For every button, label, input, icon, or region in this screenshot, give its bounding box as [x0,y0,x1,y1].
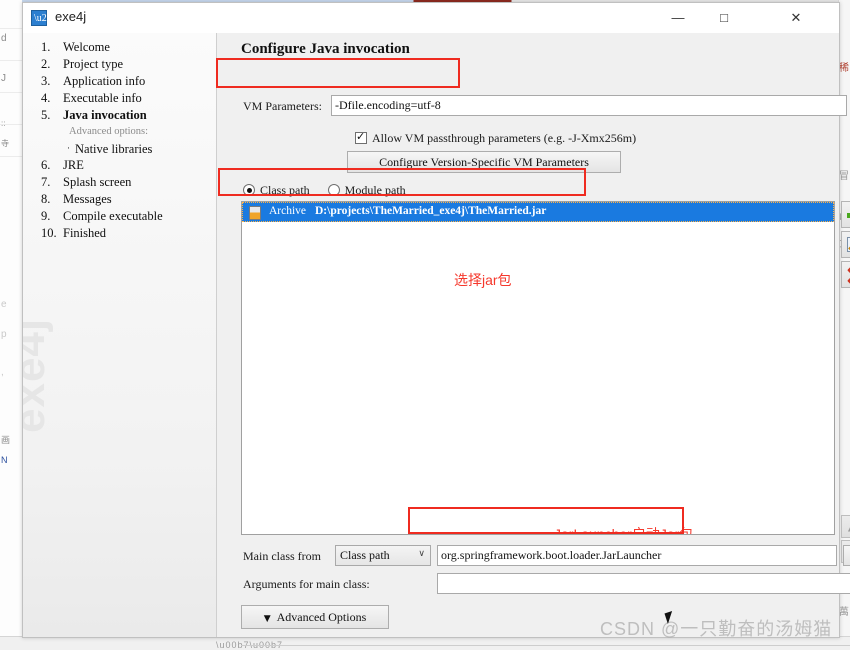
wizard-steps-sidebar: exe4j 1. Welcome 2. Project type 3. Appl… [23,33,217,637]
step-label: Compile executable [63,209,163,223]
arguments-label: Arguments for main class: [243,577,370,591]
background-left-edge: d J :: 寺 e p , 画 N [0,0,23,650]
step-number: 9. [41,209,51,223]
entry-kind: Archive [269,205,307,217]
minimize-button[interactable]: — [655,3,701,33]
wizard-steps-list: 1. Welcome 2. Project type 3. Applicatio… [23,39,216,242]
class-path-label: Class path [260,183,310,197]
step-label: Native libraries [75,142,153,156]
bullet-icon: · [67,143,70,153]
chevron-down-icon: ▼ [263,614,271,624]
sidebar-item-executable-info[interactable]: 4. Executable info [23,90,216,107]
path-mode-radio-group: Class path Module path [243,181,406,199]
exe4j-wizard-window: \u27a4 exe4j — □ ✕ exe4j 1. Welcome 2. P… [22,2,850,646]
csdn-watermark: CSDN @一只勤奋的汤姆猫 [600,619,833,639]
jar-icon [249,206,261,220]
step-number: 7. [41,175,51,189]
browse-main-class-button[interactable]: ... [843,545,850,566]
step-label: Project type [63,57,124,71]
main-class-source-value: Class path [340,548,390,562]
step-label: Finished [63,226,107,240]
list-item[interactable]: Archive D:\projects\TheMarried_exe4j\The… [242,202,834,222]
step-label: Welcome [63,40,110,54]
vm-parameters-label: VM Parameters: [243,99,322,113]
remove-entry-button[interactable] [841,261,850,288]
configure-version-specific-vm-parameters-button[interactable]: Configure Version-Specific VM Parameters [347,151,621,173]
step-label: JRE [63,158,84,172]
title-bar: \u27a4 exe4j — □ ✕ [23,3,839,34]
advanced-options-button[interactable]: ▼ Advanced Options [241,605,389,629]
sidebar-item-messages[interactable]: 8. Messages [23,191,216,208]
step-number: 8. [41,192,51,206]
step-number: 10. [41,226,57,240]
passthrough-checkbox[interactable] [355,130,367,144]
sidebar-item-welcome[interactable]: 1. Welcome [23,39,216,56]
step-label: Java invocation [63,108,147,122]
main-class-row: Main class from Class path ∨ ... [241,545,850,567]
annotation-select-jar: 选择jar包 [454,272,512,288]
screen: d J :: 寺 e p , 画 N 稀 冒 收 立 萬 \u00b7\u00b… [0,0,850,650]
module-path-radio[interactable] [327,184,340,196]
step-number: 1. [41,40,51,54]
main-class-label: Main class from [243,549,321,563]
step-number: 4. [41,91,51,105]
vm-parameters-row: VM Parameters: ? [241,95,850,117]
vm-parameters-input[interactable] [331,95,847,116]
module-path-label: Module path [344,183,406,197]
step-label: Application info [63,74,146,88]
passthrough-checkbox-row[interactable]: Allow VM passthrough parameters (e.g. -J… [355,129,636,147]
step-label: Executable info [63,91,142,105]
footer-divider [241,645,850,646]
edit-entry-button[interactable] [841,231,850,258]
list-tool-buttons [841,201,850,291]
move-up-button[interactable]: ▲ [841,515,850,538]
main-class-input[interactable] [437,545,837,566]
main-class-source-select[interactable]: Class path ∨ [335,545,431,566]
entry-path: D:\projects\TheMarried_exe4j\TheMarried.… [315,205,547,217]
sidebar-item-finished[interactable]: 10. Finished [23,225,216,242]
window-title: exe4j [55,9,87,24]
arguments-row: Arguments for main class: [241,573,850,595]
page-title: Configure Java invocation [241,41,410,57]
sidebar-item-project-type[interactable]: 2. Project type [23,56,216,73]
advanced-options-label: Advanced Options [276,610,367,624]
sidebar-item-jre[interactable]: 6. JRE [23,157,216,174]
chevron-down-icon: ∨ [418,549,425,559]
passthrough-label: Allow VM passthrough parameters (e.g. -J… [372,131,637,145]
step-label: Splash screen [63,175,132,189]
classpath-list[interactable]: Archive D:\projects\TheMarried_exe4j\The… [241,201,835,535]
sidebar-item-native-libraries[interactable]: · Native libraries [23,140,216,157]
add-entry-button[interactable] [841,201,850,228]
exe4j-watermark: exe4j [23,317,54,433]
sidebar-item-splash-screen[interactable]: 7. Splash screen [23,174,216,191]
arguments-input[interactable] [437,573,850,594]
java-invocation-form: VM Parameters: ? Allow VM passthrough pa… [241,63,850,646]
step-number: 3. [41,74,51,88]
maximize-button[interactable]: □ [701,3,747,33]
step-number: 5. [41,108,51,122]
advanced-options-header: Advanced options: [69,126,149,137]
step-number: 6. [41,158,51,172]
sidebar-item-java-invocation[interactable]: 5. Java invocation [23,107,216,124]
content-pane: Configure Java invocation VM Parameters:… [217,33,850,646]
annotation-jarlauncher: JarLauncher启动Jar包 [554,526,694,535]
step-number: 2. [41,57,51,71]
sidebar-item-compile-executable[interactable]: 9. Compile executable [23,208,216,225]
step-label: Messages [63,192,112,206]
app-icon: \u27a4 [31,10,61,26]
close-button[interactable]: ✕ [773,3,819,33]
sidebar-item-application-info[interactable]: 3. Application info [23,73,216,90]
class-path-radio[interactable] [243,184,255,196]
